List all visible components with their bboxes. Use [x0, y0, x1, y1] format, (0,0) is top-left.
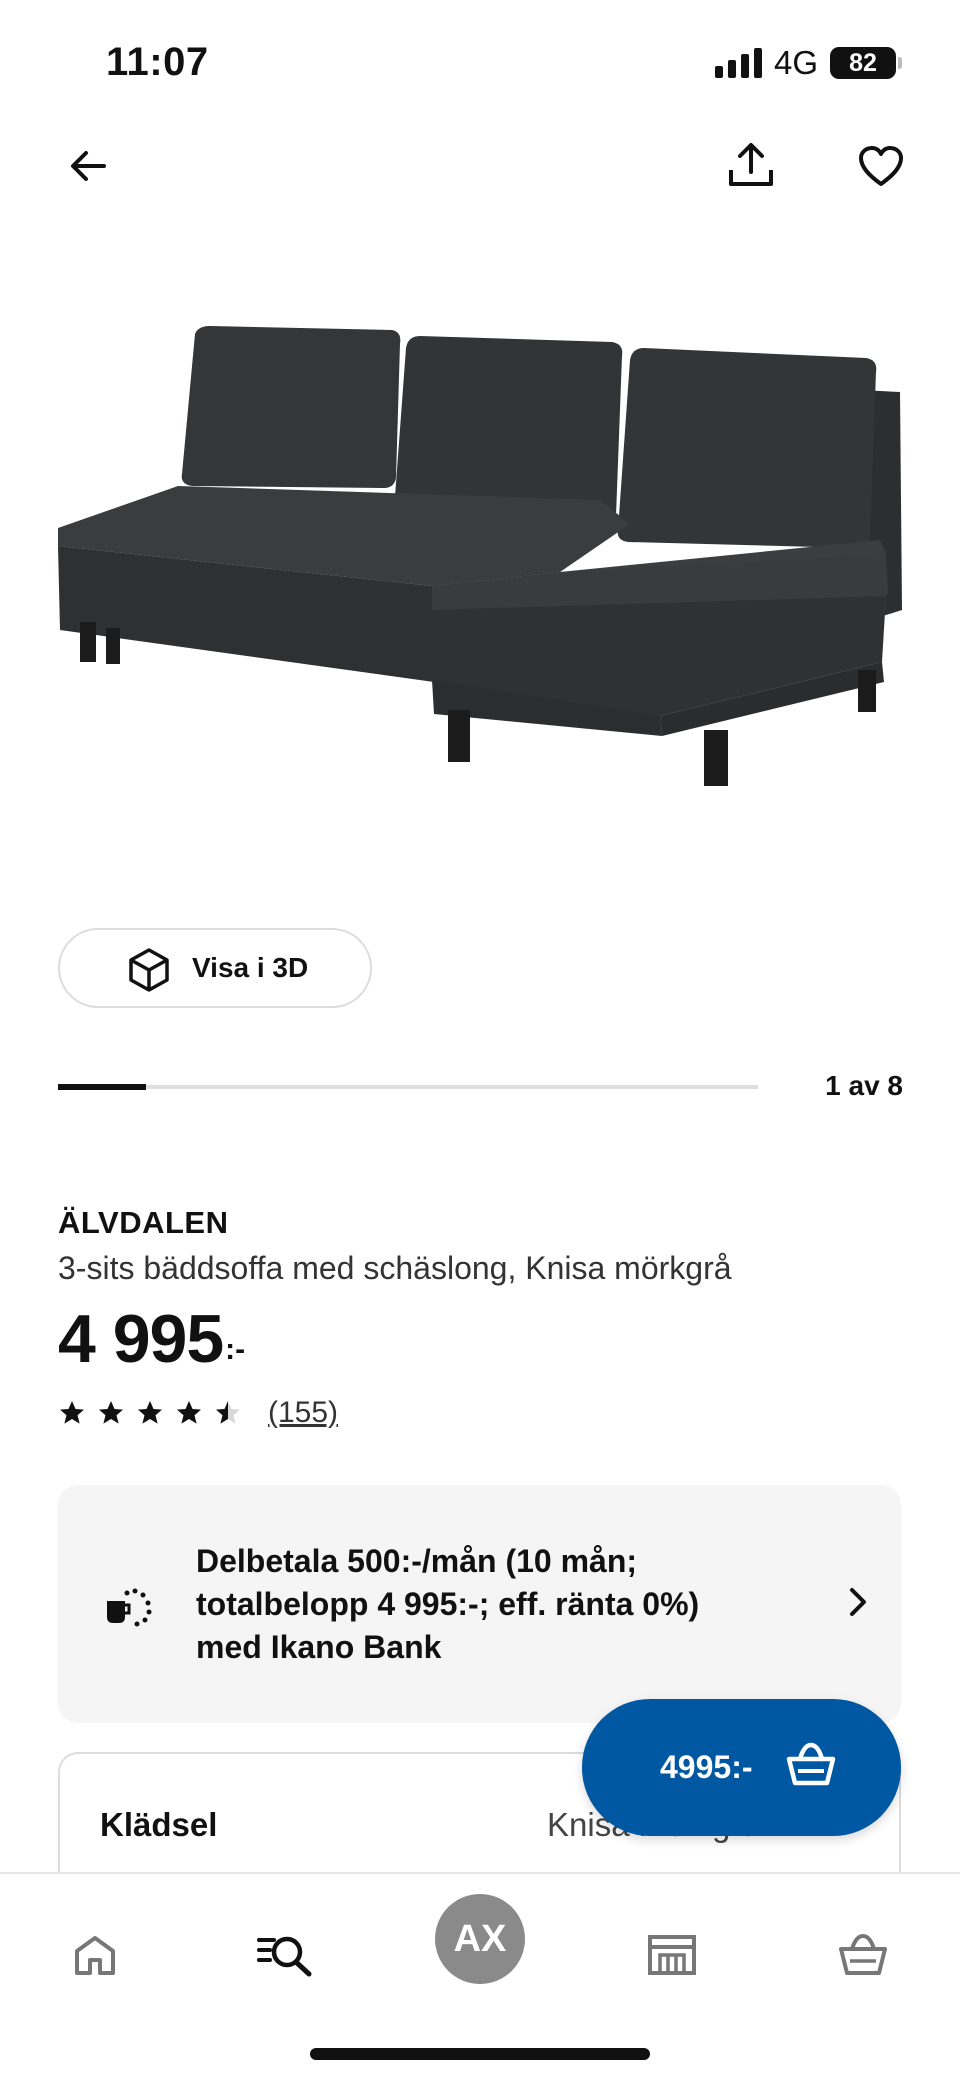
carousel-count: 1 av 8 — [825, 1070, 903, 1101]
arrow-left-icon — [71, 151, 106, 181]
product-name: ÄLVDALEN — [58, 1205, 229, 1240]
view-3d-label: Visa i 3D — [192, 952, 309, 983]
store-icon — [648, 1935, 696, 1975]
add-to-cart-button[interactable]: 4995:- — [582, 1699, 901, 1836]
back-button[interactable] — [52, 130, 124, 202]
payment-installment-icon — [107, 1588, 152, 1627]
financing-card[interactable]: Delbetala 500:-/mån (10 mån; totalbelopp… — [58, 1485, 901, 1723]
review-count-link[interactable]: (155) — [268, 1396, 338, 1430]
status-bar: 11:07 4G 82 — [0, 0, 960, 130]
share-icon — [729, 143, 773, 186]
price-amount: 4 995 — [58, 1301, 224, 1377]
star-icon — [216, 1401, 240, 1424]
cart-button-price: 4995:- — [660, 1749, 753, 1785]
tab-search[interactable] — [240, 1910, 330, 2000]
home-icon — [75, 1936, 115, 1975]
status-time: 11:07 — [106, 40, 209, 84]
status-indicators: 4G 82 — [714, 44, 902, 82]
top-nav — [0, 130, 960, 210]
star-icon — [138, 1401, 162, 1424]
cart-icon — [839, 1933, 887, 1975]
network-label: 4G — [773, 44, 818, 81]
chevron-right-icon — [850, 1588, 866, 1616]
carousel-progress — [58, 1084, 146, 1090]
product-image[interactable] — [40, 310, 920, 850]
tab-home[interactable] — [50, 1910, 140, 2000]
carousel-track — [58, 1085, 758, 1089]
fabric-label: Klädsel — [100, 1806, 218, 1843]
home-indicator — [310, 2048, 650, 2060]
sofa-image — [58, 326, 902, 786]
tab-cart[interactable] — [818, 1910, 908, 2000]
tab-store[interactable] — [627, 1910, 717, 2000]
tab-profile-avatar[interactable]: AX — [435, 1894, 525, 1984]
cart-icon — [786, 1742, 836, 1786]
price-suffix: :- — [225, 1333, 246, 1366]
view-3d-button[interactable]: Visa i 3D — [58, 928, 372, 1008]
financing-text: Delbetala 500:-/mån (10 mån; totalbelopp… — [196, 1543, 700, 1665]
search-list-icon — [257, 1936, 312, 1977]
star-icon — [99, 1401, 123, 1424]
share-button[interactable] — [715, 130, 787, 202]
image-carousel-indicator: 1 av 8 — [58, 1070, 903, 1110]
favorite-button[interactable] — [845, 130, 917, 202]
rating-stars — [58, 1399, 242, 1427]
star-icon — [177, 1401, 201, 1424]
product-description: 3-sits bäddsoffa med schäslong, Knisa mö… — [58, 1250, 732, 1286]
star-icon — [60, 1401, 84, 1424]
product-rating[interactable]: (155) — [58, 1396, 338, 1430]
heart-icon — [859, 146, 903, 186]
battery-icon: 82 — [830, 47, 902, 79]
product-price: 4 995 :- — [58, 1305, 245, 1373]
battery-level: 82 — [849, 48, 877, 77]
cube-3d-icon — [129, 948, 169, 992]
signal-bars-icon — [714, 48, 762, 78]
